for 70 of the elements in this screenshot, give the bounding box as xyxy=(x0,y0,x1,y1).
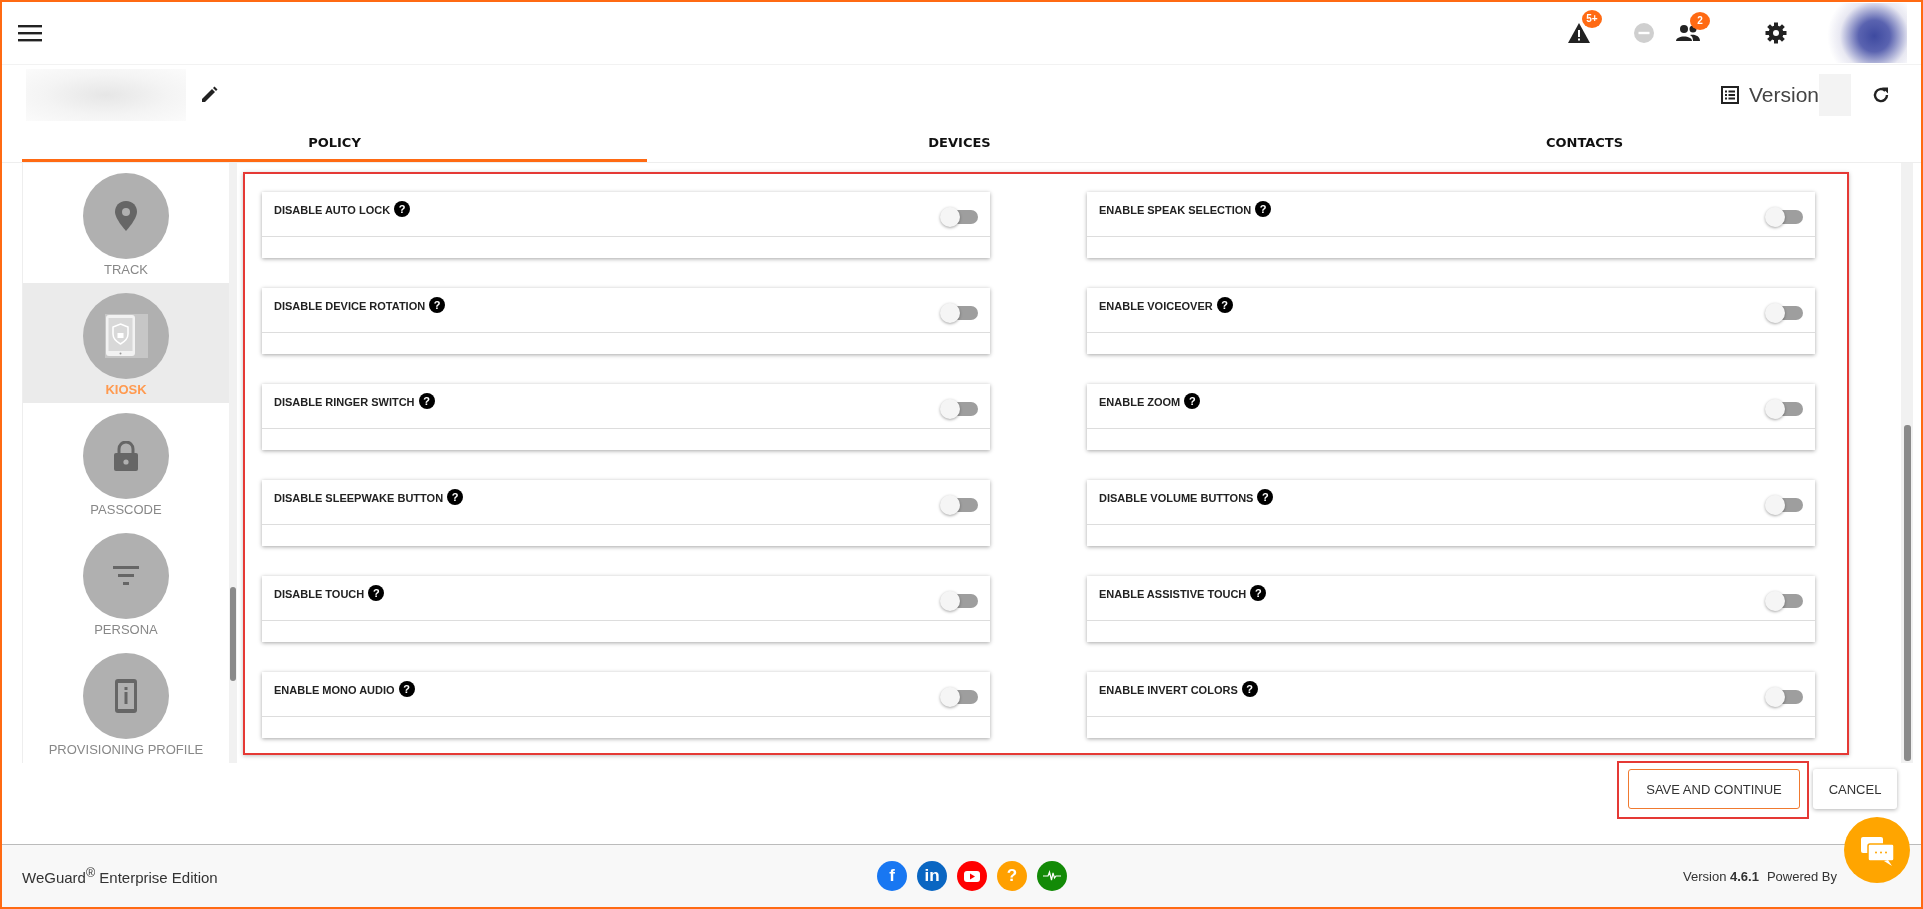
phone-info-icon xyxy=(115,679,137,713)
setting-label: DISABLE DEVICE ROTATION xyxy=(274,300,426,312)
toggle-switch[interactable] xyxy=(1767,306,1803,320)
sidebar-item[interactable]: PERSONA xyxy=(23,523,229,643)
help-icon[interactable]: ? xyxy=(429,297,446,313)
toggle-switch[interactable] xyxy=(1767,210,1803,224)
tablet-shield-icon xyxy=(104,314,148,358)
cancel-button[interactable]: CANCEL xyxy=(1813,769,1897,809)
filter-icon xyxy=(113,566,139,586)
notification-badge: 2 xyxy=(1690,12,1710,30)
tab[interactable]: DEVICES xyxy=(647,125,1272,162)
sidebar-item[interactable]: PROVISIONING PROFILE xyxy=(23,643,229,763)
toggle-switch[interactable] xyxy=(942,402,978,416)
version-text: Version 4.6.1 xyxy=(1683,868,1759,884)
status-icon[interactable] xyxy=(1633,22,1655,44)
setting-label: DISABLE SLEEPWAKE BUTTON xyxy=(274,492,444,504)
refresh-icon[interactable] xyxy=(1871,85,1891,105)
chat-icon[interactable] xyxy=(1844,817,1910,883)
social-link[interactable]: f xyxy=(877,861,907,891)
setting-label: ENABLE ASSISTIVE TOUCH xyxy=(1099,588,1247,600)
help-icon[interactable]: ? xyxy=(1250,585,1267,601)
settings-icon[interactable] xyxy=(1765,22,1787,44)
help-icon[interactable]: ? xyxy=(1184,393,1201,409)
toggle-switch[interactable] xyxy=(1767,498,1803,512)
setting-label: ENABLE SPEAK SELECTION xyxy=(1099,204,1252,216)
tab[interactable]: CONTACTS xyxy=(1272,125,1897,162)
toggle-switch[interactable] xyxy=(942,690,978,704)
help-icon[interactable]: ? xyxy=(447,489,464,505)
sidebar-item[interactable]: TRACK xyxy=(23,163,229,283)
social-link[interactable]: in xyxy=(917,861,947,891)
pulse-icon[interactable] xyxy=(1037,861,1067,891)
help-icon[interactable]: ? xyxy=(1216,297,1233,313)
setting-label: DISABLE AUTO LOCK xyxy=(274,204,391,216)
padlock-icon xyxy=(114,441,138,471)
help-icon[interactable]: ? xyxy=(394,201,411,217)
toggle-switch[interactable] xyxy=(1767,690,1803,704)
list-icon[interactable] xyxy=(1720,86,1739,104)
video-play-icon[interactable] xyxy=(957,861,987,891)
toggle-switch[interactable] xyxy=(942,594,978,608)
help-icon[interactable]: ? xyxy=(418,393,435,409)
help-icon[interactable]: ? xyxy=(398,681,415,697)
location-pin-icon xyxy=(115,201,137,231)
setting-label: DISABLE VOLUME BUTTONS xyxy=(1099,492,1254,504)
warning-icon[interactable] xyxy=(1567,22,1591,44)
notification-badge: 5+ xyxy=(1582,10,1602,28)
help-icon[interactable]: ? xyxy=(1255,201,1272,217)
people-icon[interactable] xyxy=(1675,24,1701,42)
menu-icon[interactable] xyxy=(18,24,42,42)
setting-label: ENABLE VOICEOVER xyxy=(1099,300,1213,312)
setting-label: ENABLE MONO AUDIO xyxy=(274,684,395,696)
toggle-switch[interactable] xyxy=(942,498,978,512)
toggle-switch[interactable] xyxy=(942,306,978,320)
toggle-switch[interactable] xyxy=(1767,402,1803,416)
pencil-icon[interactable] xyxy=(200,86,218,104)
sidebar-item[interactable]: PASSCODE xyxy=(23,403,229,523)
edition-text: WeGuard$^{®}$ Enterprise Edition xyxy=(22,866,219,886)
scrollbar-thumb[interactable] xyxy=(230,587,236,681)
setting-label: ENABLE INVERT COLORS xyxy=(1099,684,1238,696)
setting-label: DISABLE RINGER SWITCH xyxy=(274,396,415,408)
setting-label: DISABLE TOUCH xyxy=(274,588,365,600)
help-icon[interactable]: ? xyxy=(1257,489,1274,505)
help-icon[interactable]: ? xyxy=(1241,681,1258,697)
toggle-switch[interactable] xyxy=(1767,594,1803,608)
setting-label: ENABLE ZOOM xyxy=(1099,396,1181,408)
save-button[interactable]: SAVE AND CONTINUE xyxy=(1628,769,1800,809)
help-icon[interactable]: ? xyxy=(368,585,385,601)
version-label: Version xyxy=(1748,83,1819,107)
scrollbar-thumb[interactable] xyxy=(1904,425,1911,761)
powered-by-text: Powered By xyxy=(1766,868,1837,884)
toggle-switch[interactable] xyxy=(942,210,978,224)
